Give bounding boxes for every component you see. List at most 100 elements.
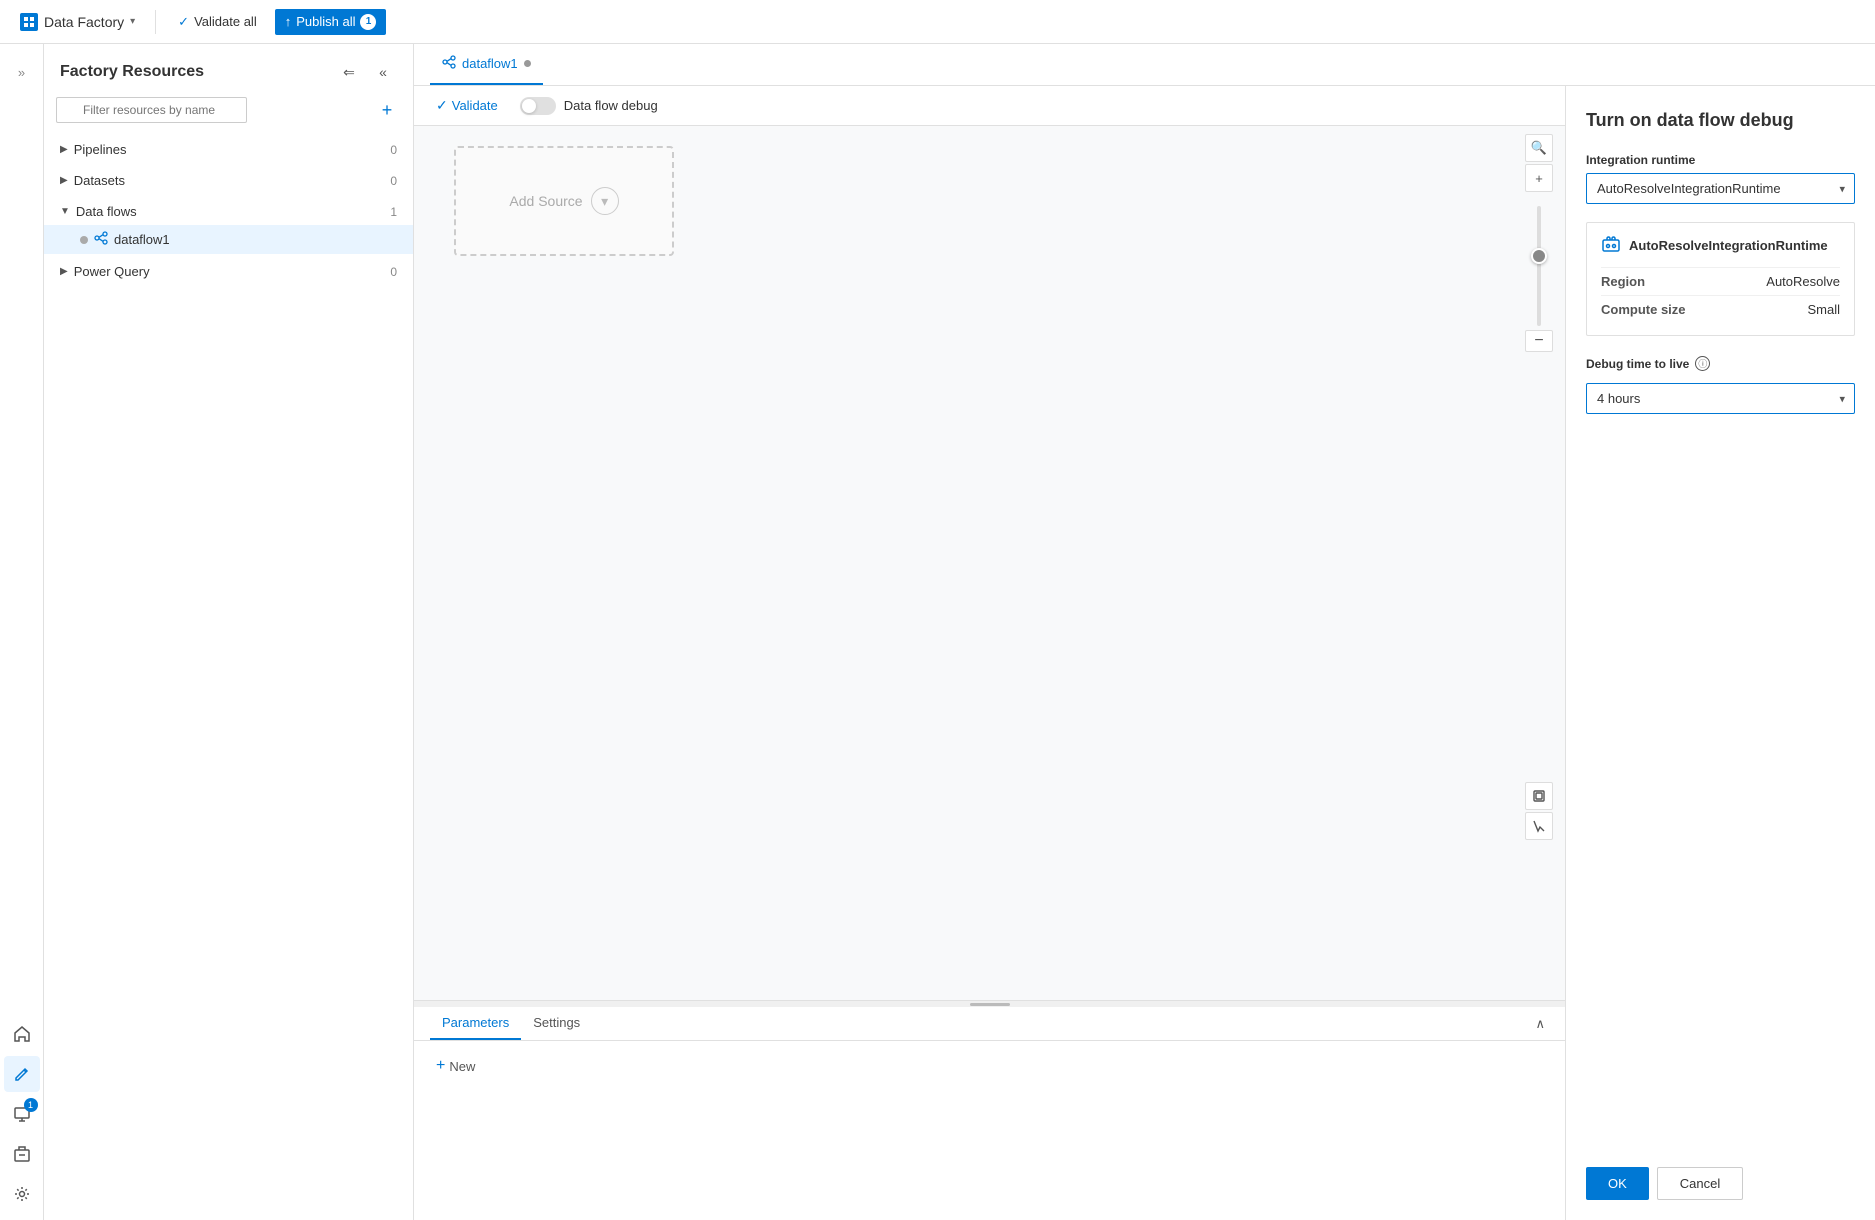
- canvas-cursor-btn[interactable]: [1525, 812, 1553, 840]
- tree-section-dataflows-header[interactable]: ▼ Data flows 1: [44, 198, 413, 225]
- canvas-search-btn[interactable]: 🔍: [1525, 134, 1553, 162]
- runtime-select[interactable]: AutoResolveIntegrationRuntime: [1586, 173, 1855, 204]
- tree-section-powerquery-header[interactable]: ▶ Power Query 0: [44, 258, 413, 285]
- sidebar: Factory Resources ⇐ « 🔍 + ▶ Pipelines 0: [44, 44, 414, 1220]
- dataflow1-label: dataflow1: [114, 232, 170, 247]
- tab-settings[interactable]: Settings: [521, 1007, 592, 1040]
- compute-key: Compute size: [1601, 302, 1686, 317]
- canvas-extra-controls: [1525, 782, 1553, 840]
- ttl-info-icon[interactable]: ⓘ: [1695, 356, 1710, 371]
- runtime-region-row: Region AutoResolve: [1601, 267, 1840, 295]
- brand-button[interactable]: Data Factory ▾: [12, 9, 143, 35]
- content-right: dataflow1 ✓ Validate Dat: [414, 44, 1875, 1220]
- sidebar-add-button[interactable]: +: [373, 96, 401, 124]
- tree-section-pipelines-header[interactable]: ▶ Pipelines 0: [44, 136, 413, 163]
- canvas-zoom-add-btn[interactable]: +: [1525, 164, 1553, 192]
- icon-bar-expand[interactable]: »: [4, 52, 40, 88]
- datasets-count: 0: [390, 174, 397, 188]
- runtime-info-table: Region AutoResolve Compute size Small: [1601, 267, 1840, 323]
- validate-button[interactable]: ✓ Validate: [430, 93, 504, 118]
- icon-bar-package[interactable]: [4, 1136, 40, 1172]
- canvas-slider-container: −: [1525, 206, 1553, 352]
- tree-section-datasets: ▶ Datasets 0: [44, 165, 413, 196]
- validate-icon: ✓: [178, 14, 189, 30]
- icon-bar: » 1: [0, 44, 44, 1220]
- icon-bar-edit[interactable]: [4, 1056, 40, 1092]
- pipelines-label: Pipelines: [74, 142, 127, 157]
- publish-all-label: Publish all: [296, 14, 355, 29]
- powerquery-arrow-icon: ▶: [60, 266, 68, 277]
- tab-parameters[interactable]: Parameters: [430, 1007, 521, 1040]
- add-source-box[interactable]: Add Source ▾: [454, 146, 674, 256]
- ttl-label-row: Debug time to live ⓘ: [1586, 356, 1855, 371]
- debug-toggle-group: Data flow debug: [520, 97, 658, 115]
- add-source-arrow-icon: ▾: [591, 187, 619, 215]
- datasets-arrow-icon: ▶: [60, 175, 68, 186]
- bottom-content: + New: [414, 1041, 1565, 1220]
- ttl-select-wrapper: 4 hours ▾: [1586, 383, 1855, 414]
- cancel-button[interactable]: Cancel: [1657, 1167, 1743, 1200]
- ttl-select[interactable]: 4 hours: [1586, 383, 1855, 414]
- runtime-card-title: AutoResolveIntegrationRuntime: [1629, 238, 1828, 253]
- new-parameter-button[interactable]: + New: [430, 1053, 481, 1079]
- dataflows-count: 1: [390, 205, 397, 219]
- canvas-container: Add Source ▾ 🔍 + −: [414, 126, 1565, 1000]
- tree-section-pipelines: ▶ Pipelines 0: [44, 134, 413, 165]
- canvas-zoom-minus-btn[interactable]: −: [1525, 330, 1553, 352]
- canvas[interactable]: Add Source ▾ 🔍 + −: [414, 126, 1565, 1000]
- validate-check-icon: ✓: [436, 97, 448, 114]
- runtime-compute-row: Compute size Small: [1601, 295, 1840, 323]
- tree-section-datasets-header[interactable]: ▶ Datasets 0: [44, 167, 413, 194]
- sidebar-title: Factory Resources: [60, 63, 204, 81]
- region-value: AutoResolve: [1766, 274, 1840, 289]
- main-layout: » 1: [0, 44, 1875, 1220]
- runtime-card-header: AutoResolveIntegrationRuntime: [1601, 235, 1840, 255]
- validate-all-label: Validate all: [194, 14, 257, 29]
- compute-value: Small: [1807, 302, 1840, 317]
- runtime-card-icon: [1601, 235, 1621, 255]
- validate-label: Validate: [452, 98, 498, 113]
- icon-bar-settings[interactable]: [4, 1176, 40, 1212]
- bottom-tab-list: Parameters Settings: [430, 1007, 592, 1040]
- dataflow1-item[interactable]: dataflow1: [44, 225, 413, 254]
- top-bar-divider: [155, 10, 156, 34]
- canvas-fit-btn[interactable]: [1525, 782, 1553, 810]
- sidebar-minimize-btn[interactable]: «: [369, 58, 397, 86]
- ok-button[interactable]: OK: [1586, 1167, 1649, 1200]
- tree-section-powerquery: ▶ Power Query 0: [44, 256, 413, 287]
- dataflow1-dot-icon: [80, 236, 88, 244]
- debug-label: Data flow debug: [564, 98, 658, 113]
- pipelines-count: 0: [390, 143, 397, 157]
- validate-all-button[interactable]: ✓ Validate all: [168, 9, 267, 35]
- tab-dataflow1-label: dataflow1: [462, 56, 518, 71]
- brand-label: Data Factory: [44, 14, 124, 30]
- dataflow1-flow-icon: [94, 231, 108, 248]
- sidebar-search-row: 🔍 +: [44, 96, 413, 134]
- icon-bar-home[interactable]: [4, 1016, 40, 1052]
- editor-toolbar: ✓ Validate Data flow debug: [414, 86, 1565, 126]
- bottom-tabs: Parameters Settings ∧: [414, 1007, 1565, 1041]
- runtime-field-label: Integration runtime: [1586, 153, 1855, 167]
- toggle-knob: [522, 99, 536, 113]
- icon-bar-monitor[interactable]: 1: [4, 1096, 40, 1132]
- debug-toggle[interactable]: [520, 97, 556, 115]
- search-input[interactable]: [56, 97, 247, 123]
- sidebar-collapse-btn[interactable]: ⇐: [335, 58, 363, 86]
- runtime-select-wrapper: AutoResolveIntegrationRuntime ▾: [1586, 173, 1855, 204]
- canvas-controls: 🔍 +: [1525, 134, 1553, 192]
- top-bar: Data Factory ▾ ✓ Validate all ↑ Publish …: [0, 0, 1875, 44]
- canvas-zoom-slider[interactable]: [1537, 206, 1541, 326]
- publish-all-button[interactable]: ↑ Publish all 1: [275, 9, 387, 35]
- powerquery-count: 0: [390, 265, 397, 279]
- panel-collapse-btn[interactable]: ∧: [1531, 1012, 1549, 1036]
- tab-dataflow1[interactable]: dataflow1: [430, 44, 543, 85]
- right-panel-spacer: [1586, 432, 1855, 1147]
- sidebar-tree: ▶ Pipelines 0 ▶ Datasets 0: [44, 134, 413, 1220]
- bottom-panel: Parameters Settings ∧ + New: [414, 1000, 1565, 1220]
- sidebar-header: Factory Resources ⇐ «: [44, 44, 413, 96]
- ttl-field-label: Debug time to live: [1586, 357, 1689, 371]
- publish-badge: 1: [360, 14, 376, 30]
- tab-unsaved-dot: [524, 60, 531, 67]
- resize-handle-bar: [970, 1003, 1010, 1006]
- right-panel-footer: OK Cancel: [1586, 1147, 1855, 1200]
